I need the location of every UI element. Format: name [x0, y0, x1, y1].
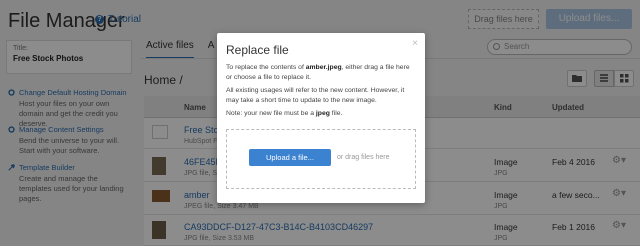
modal-instructions: To replace the contents of amber.jpeg, e…	[226, 64, 410, 81]
modal-file-type: jpeg	[315, 110, 330, 117]
replace-file-modal: Replace file × To replace the contents o…	[217, 33, 425, 203]
modal-file-name: amber.jpeg	[305, 64, 342, 71]
modal-dropzone[interactable]: Upload a file... or drag files here	[226, 129, 416, 189]
close-icon[interactable]: ×	[412, 38, 418, 49]
modal-usage-note: All existing usages will refer to the ne…	[226, 87, 405, 104]
modal-title: Replace file	[226, 43, 289, 57]
drag-hint: or drag files here	[337, 154, 390, 161]
modal-type-note: Note: your new file must be a jpeg file.	[226, 110, 343, 117]
upload-file-button[interactable]: Upload a file...	[249, 149, 331, 166]
